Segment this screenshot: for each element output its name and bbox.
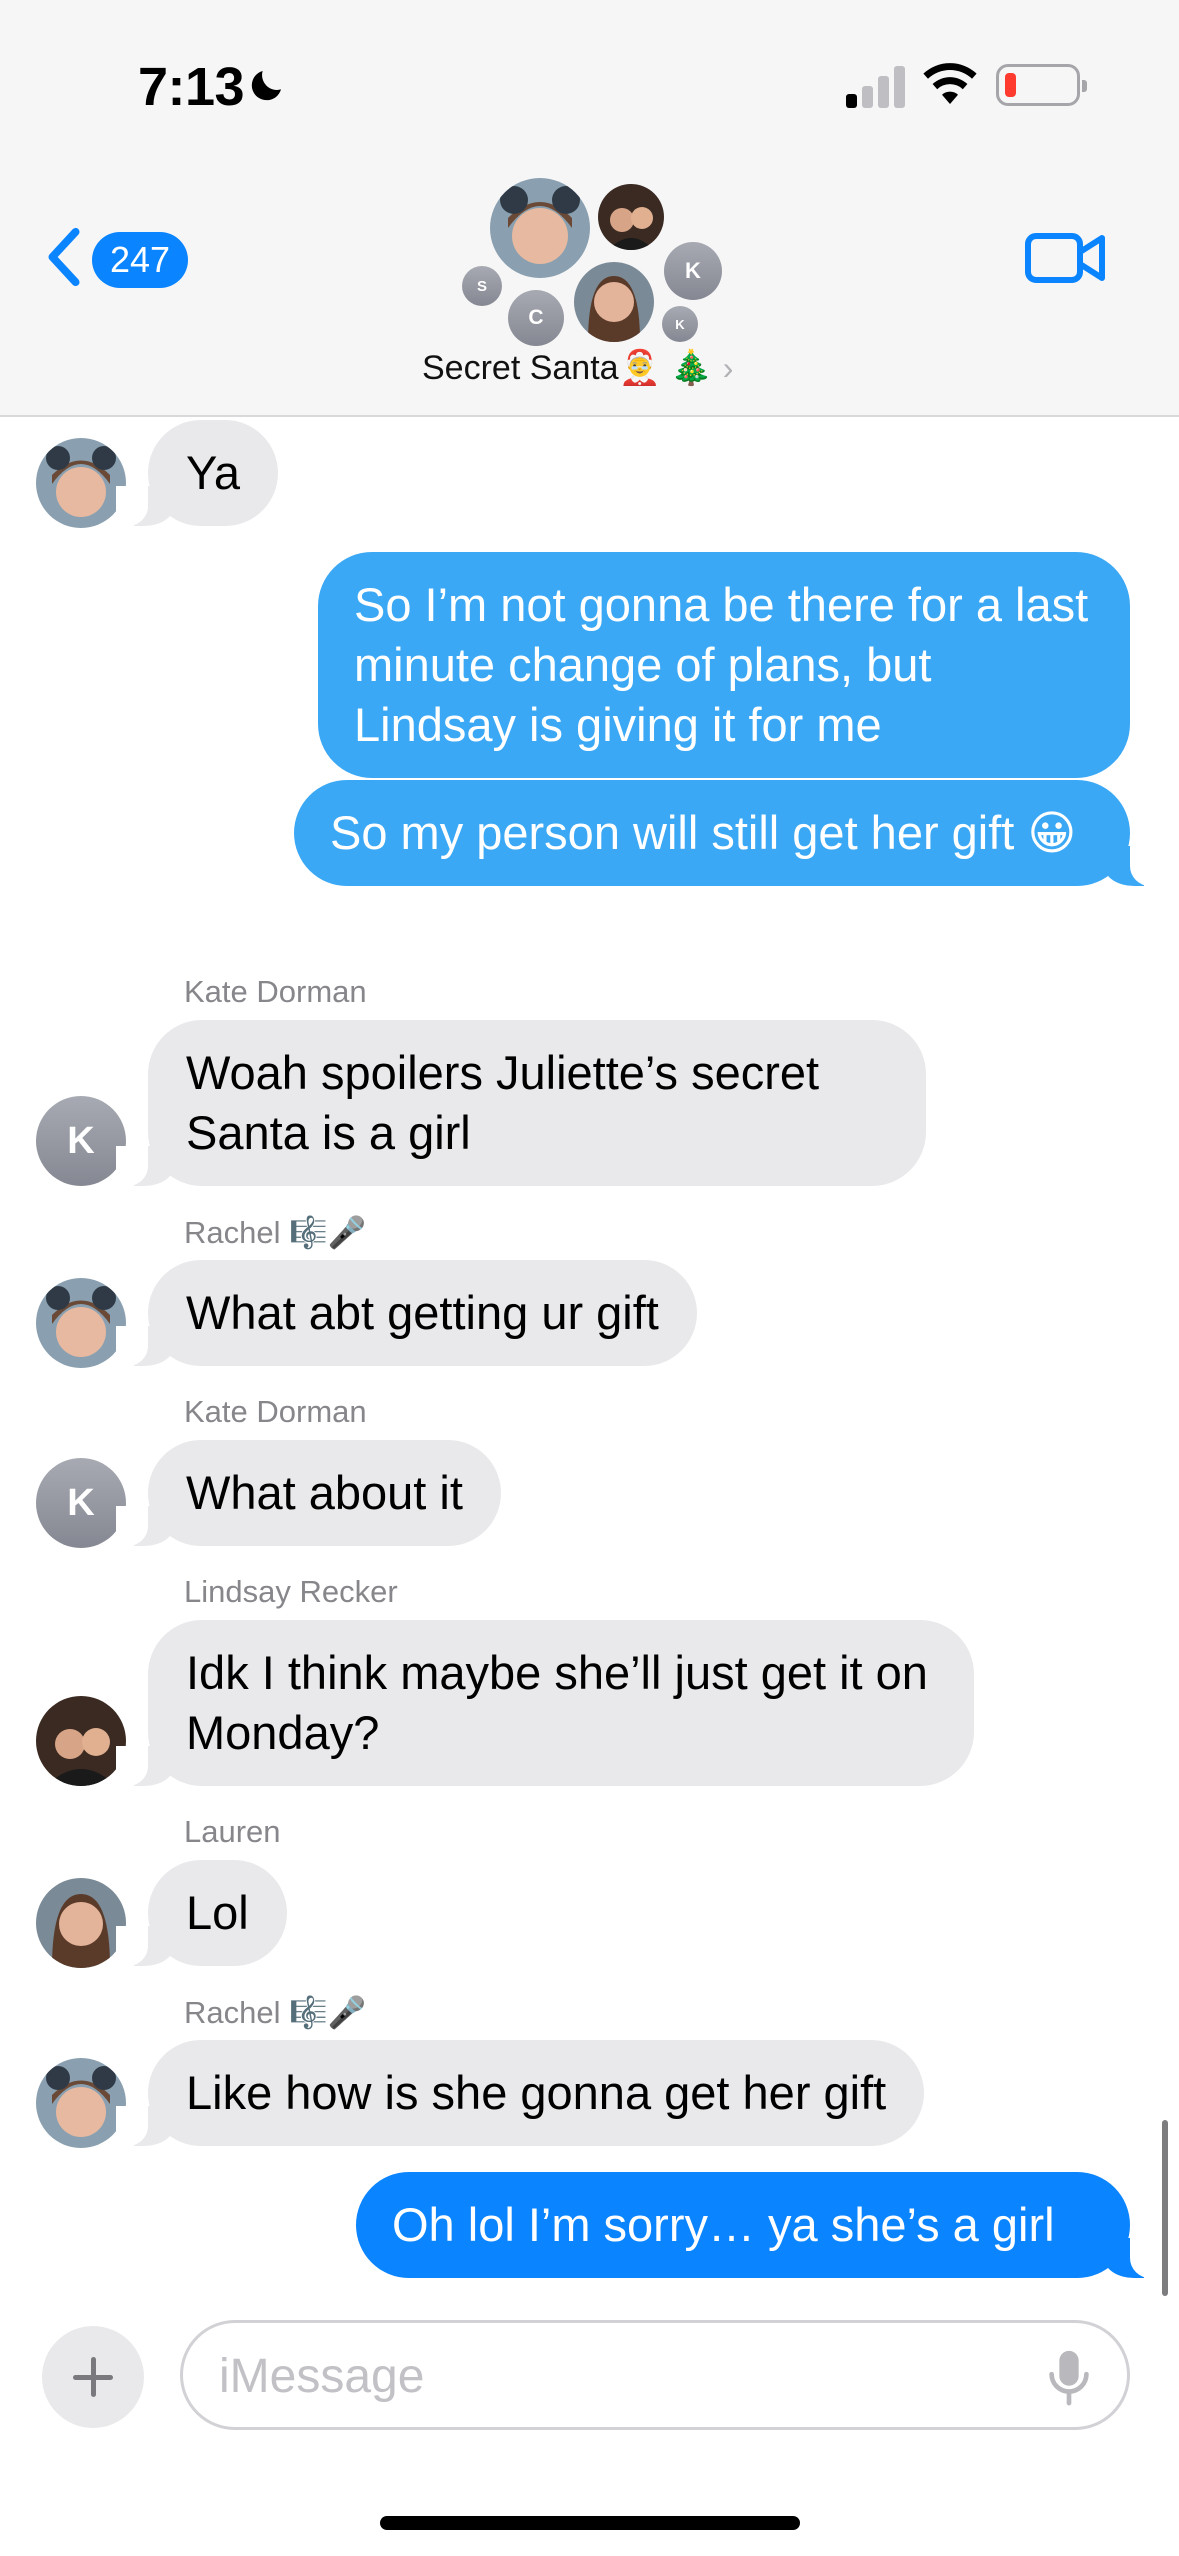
incoming-message-bubble[interactable]: Like how is she gonna get her gift [115, 2040, 925, 2146]
member-avatar-lindsay [598, 184, 664, 250]
sender-name: Rachel 🎼🎤 [184, 1995, 367, 2030]
chevron-left-icon [48, 227, 80, 287]
member-avatar-s: S [462, 266, 502, 306]
sender-name: Kate Dorman [184, 974, 367, 1009]
group-name[interactable]: Secret Santa🤶 🎄 › [422, 348, 733, 388]
message-text: What about it [186, 1466, 463, 1519]
message-text: What abt getting ur gift [186, 1286, 659, 1339]
message-compose-field[interactable] [180, 2320, 1130, 2430]
incoming-message-bubble[interactable]: Ya [116, 420, 278, 526]
unread-count-badge: 247 [92, 232, 188, 288]
message-text: Ya [186, 446, 240, 499]
incoming-message-bubble[interactable]: What abt getting ur gift [116, 1260, 697, 1366]
wifi-icon [923, 63, 977, 104]
microphone-icon[interactable] [1047, 2349, 1091, 2407]
message-text: So I’m not gonna be there for a last min… [354, 578, 1089, 751]
incoming-message-bubble[interactable]: What about it [116, 1440, 501, 1546]
member-avatar-rachel [490, 178, 590, 278]
sender-avatar-rachel[interactable] [36, 1278, 126, 1368]
battery-low-icon [996, 64, 1087, 106]
sender-avatar-lindsay[interactable] [36, 1696, 126, 1786]
imessage-input[interactable] [219, 2341, 1019, 2411]
outgoing-message-bubble[interactable]: So I’m not gonna be there for a last min… [318, 552, 1130, 778]
outgoing-message-bubble[interactable]: So my person will still get her gift 😀 [294, 780, 1162, 886]
scroll-indicator[interactable] [1162, 2120, 1168, 2296]
group-avatar-cluster[interactable]: K S C K [440, 170, 740, 350]
plus-icon[interactable] [42, 2326, 144, 2428]
sender-avatar-lauren[interactable] [36, 1878, 126, 1968]
message-text: Lol [186, 1886, 249, 1939]
moon-icon [251, 71, 281, 101]
sender-name: Kate Dorman [184, 1394, 367, 1429]
member-avatar-lauren [570, 258, 658, 346]
incoming-message-bubble[interactable]: Idk I think maybe she’ll just get it on … [116, 1620, 974, 1786]
sender-name: Rachel 🎼🎤 [184, 1215, 367, 1250]
message-text: Idk I think maybe she’ll just get it on … [186, 1646, 928, 1759]
sender-name: Lauren [184, 1814, 281, 1849]
sender-avatar-kate[interactable]: K [36, 1096, 126, 1186]
message-text: Woah spoilers Juliette’s secret Santa is… [186, 1046, 820, 1159]
conversation-header: 7:13 247 K S C K Secret Santa🤶 🎄 › [0, 0, 1179, 417]
status-time: 7:13 [138, 57, 245, 117]
sender-avatar-rachel[interactable] [36, 438, 126, 528]
member-avatar-k-small: K [662, 306, 698, 342]
message-text: Oh lol I’m sorry… ya she’s a girl [392, 2198, 1055, 2251]
incoming-message-bubble[interactable]: Lol [116, 1860, 287, 1966]
chevron-right-icon: › [722, 350, 734, 386]
incoming-message-bubble[interactable]: Woah spoilers Juliette’s secret Santa is… [116, 1020, 926, 1186]
message-text: Like how is she gonna get her gift [186, 2066, 887, 2119]
sender-avatar-kate[interactable]: K [36, 1458, 126, 1548]
back-button[interactable]: 247 [44, 222, 194, 292]
cellular-signal-icon [846, 64, 906, 108]
home-indicator[interactable] [380, 2516, 800, 2530]
member-avatar-k-large: K [664, 242, 722, 300]
member-avatar-c: C [508, 290, 564, 346]
outgoing-message-bubble[interactable]: Oh lol I’m sorry… ya she’s a girl [356, 2172, 1162, 2278]
message-text: So my person will still get her gift 😀 [330, 806, 1077, 859]
video-camera-icon[interactable] [1024, 228, 1108, 288]
sender-avatar-rachel[interactable] [36, 2058, 126, 2148]
sender-name: Lindsay Recker [184, 1574, 398, 1609]
